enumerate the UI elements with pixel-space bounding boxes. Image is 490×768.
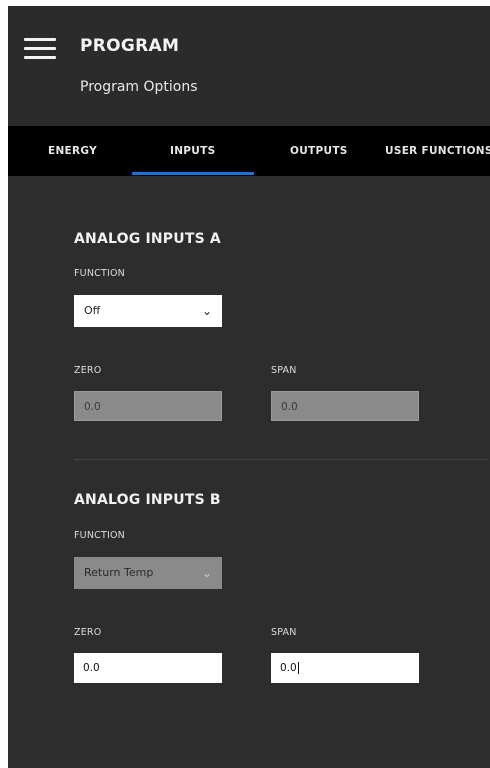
- section-title-analog-b: ANALOG INPUTS B: [74, 492, 221, 508]
- function-select-a[interactable]: Off ⌄: [74, 295, 222, 327]
- section-divider: [74, 459, 488, 460]
- span-value-a: 0.0: [281, 401, 298, 413]
- function-label-a: FUNCTION: [74, 268, 125, 279]
- page-subtitle: Program Options: [80, 79, 198, 95]
- zero-label-b: ZERO: [74, 627, 102, 638]
- tab-bar: ENERGY INPUTS OUTPUTS USER FUNCTIONS: [8, 126, 490, 176]
- chevron-down-icon: ⌄: [201, 304, 212, 318]
- section-title-analog-a: ANALOG INPUTS A: [74, 231, 221, 247]
- tab-inputs[interactable]: INPUTS: [170, 126, 215, 176]
- span-field-b[interactable]: 0.0: [271, 653, 419, 683]
- function-select-a-value: Off: [84, 304, 101, 317]
- zero-field-b[interactable]: 0.0: [74, 653, 222, 683]
- main-content: ANALOG INPUTS A FUNCTION Off ⌄ ZERO 0.0 …: [8, 176, 490, 768]
- zero-label-a: ZERO: [74, 365, 102, 376]
- page-title: PROGRAM: [80, 36, 180, 56]
- function-select-b-value: Return Temp: [84, 566, 154, 579]
- zero-field-a: 0.0: [74, 391, 222, 421]
- function-select-b: Return Temp ⌄: [74, 557, 222, 589]
- tab-user-functions[interactable]: USER FUNCTIONS: [385, 126, 490, 176]
- span-value-b: 0.0: [280, 662, 297, 674]
- span-field-a: 0.0: [271, 391, 419, 421]
- span-label-a: SPAN: [271, 365, 297, 376]
- device-screen: PROGRAM Program Options ENERGY INPUTS OU…: [8, 6, 490, 768]
- zero-value-b: 0.0: [83, 662, 100, 674]
- span-label-b: SPAN: [271, 627, 297, 638]
- zero-value-a: 0.0: [84, 401, 101, 413]
- active-tab-indicator: [132, 172, 254, 175]
- text-cursor: [297, 662, 299, 674]
- function-label-b: FUNCTION: [74, 530, 125, 541]
- hamburger-menu-icon[interactable]: [24, 36, 56, 60]
- chevron-down-icon: ⌄: [201, 566, 212, 580]
- tab-outputs[interactable]: OUTPUTS: [290, 126, 348, 176]
- tab-energy[interactable]: ENERGY: [48, 126, 97, 176]
- app-header: PROGRAM Program Options: [8, 6, 490, 126]
